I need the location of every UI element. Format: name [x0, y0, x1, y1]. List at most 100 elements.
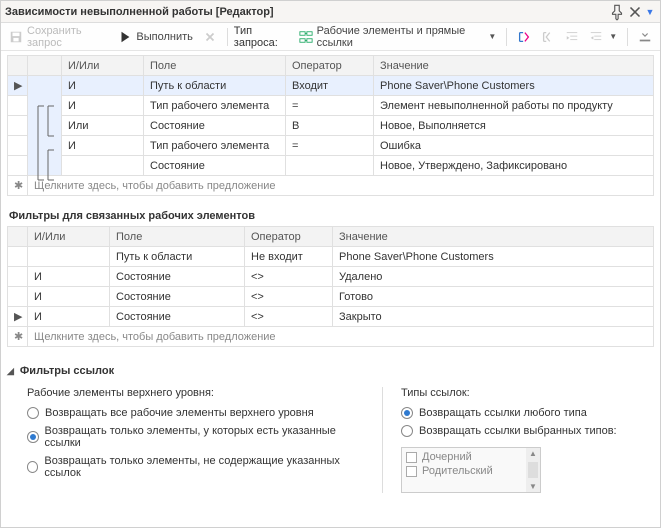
grid-row[interactable]: Или Состояние В Новое, Выполняется	[8, 116, 654, 136]
row-indicator: ▶	[8, 76, 28, 96]
cell-field[interactable]: Путь к области	[144, 76, 286, 96]
grid-row[interactable]: И Тип рабочего элемента = Ошибка	[8, 136, 654, 156]
scroll-down-icon[interactable]: ▼	[529, 482, 537, 491]
cell-op[interactable]: Входит	[286, 76, 374, 96]
radio-any-link-type[interactable]: Возвращать ссылки любого типа	[401, 407, 642, 419]
ungroup-clauses-button[interactable]	[537, 28, 559, 46]
radio-return-all[interactable]: Возвращать все рабочие элементы верхнего…	[27, 407, 360, 419]
radio-return-without-links[interactable]: Возвращать только элементы, не содержащи…	[27, 455, 360, 479]
radio-return-with-links[interactable]: Возвращать только элементы, у которых ес…	[27, 425, 360, 449]
top-level-heading: Рабочие элементы верхнего уровня:	[27, 387, 360, 399]
radio-icon	[27, 431, 39, 443]
new-row-icon: ✱	[8, 327, 28, 347]
scroll-up-icon[interactable]: ▲	[529, 449, 537, 458]
link-types-list[interactable]: Дочерний Родительский ▲ ▼	[401, 447, 541, 493]
col-op[interactable]: Оператор	[286, 56, 374, 76]
col-field[interactable]: Поле	[110, 227, 245, 247]
link-filters-section: ◢ Фильтры ссылок Рабочие элементы верхне…	[7, 365, 654, 495]
grid-row[interactable]: И Состояние <> Удалено	[8, 267, 654, 287]
collapse-icon: ◢	[7, 366, 14, 377]
radio-label: Возвращать ссылки любого типа	[419, 407, 587, 419]
radio-label: Возвращать только элементы, у которых ес…	[45, 425, 360, 449]
query-type-dropdown[interactable]: Рабочие элементы и прямые ссылки ▼	[295, 23, 501, 51]
run-query-button[interactable]: Выполнить	[114, 28, 196, 46]
outdent-icon	[589, 30, 603, 44]
save-icon	[9, 30, 23, 44]
col-val[interactable]: Значение	[374, 56, 654, 76]
content-area: И/Или Поле Оператор Значение ▶	[1, 51, 660, 527]
checkbox-icon	[406, 466, 417, 477]
ungroup-icon	[541, 30, 555, 44]
link-type-label: Дочерний	[422, 451, 472, 463]
col-val[interactable]: Значение	[333, 227, 654, 247]
checkbox-icon	[406, 452, 417, 463]
toolbar: Сохранить запрос Выполнить Тип запроса: …	[1, 23, 660, 51]
col-op[interactable]: Оператор	[245, 227, 333, 247]
cancel-icon	[203, 30, 217, 44]
chevron-down-icon: ▼	[607, 32, 617, 41]
close-icon[interactable]	[626, 3, 644, 21]
panel-options-icon[interactable]: ▼	[644, 7, 656, 17]
outdent-button[interactable]: ▼	[585, 28, 621, 46]
radio-label: Возвращать ссылки выбранных типов:	[419, 425, 617, 437]
save-query-button[interactable]: Сохранить запрос	[5, 23, 112, 51]
grid-row[interactable]: И Состояние <> Готово	[8, 287, 654, 307]
linked-filters-heading: Фильтры для связанных рабочих элементов	[9, 210, 654, 222]
radio-label: Возвращать только элементы, не содержащи…	[44, 455, 360, 479]
window-title: Зависимости невыполненной работы [Редакт…	[5, 6, 274, 18]
cell-andor[interactable]: И	[62, 76, 144, 96]
grid-row[interactable]: ▶ И Состояние <> Закрыто	[8, 307, 654, 327]
link-types-group: Типы ссылок: Возвращать ссылки любого ти…	[382, 387, 642, 493]
scroll-thumb[interactable]	[528, 462, 538, 478]
link-type-item[interactable]: Дочерний	[406, 450, 522, 464]
linked-filter-grid[interactable]: И/Или Поле Оператор Значение Путь к обла…	[7, 226, 654, 347]
cell-val[interactable]: Phone Saver\Phone Customers	[374, 76, 654, 96]
grid-row[interactable]: Путь к области Не входит Phone Saver\Pho…	[8, 247, 654, 267]
play-icon	[118, 30, 132, 44]
editor-window: Зависимости невыполненной работы [Редакт…	[0, 0, 661, 528]
indent-button[interactable]	[561, 28, 583, 46]
grid-row[interactable]: ▶ И Путь к области Входит Phone Saver\Ph…	[8, 76, 654, 96]
group-bracket-cell[interactable]	[28, 76, 62, 176]
radio-icon	[27, 407, 39, 419]
col-field[interactable]: Поле	[144, 56, 286, 76]
save-label: Сохранить запрос	[27, 25, 108, 49]
toolbar-overflow-button[interactable]	[634, 28, 656, 46]
run-label: Выполнить	[136, 31, 192, 43]
col-andor[interactable]: И/Или	[62, 56, 144, 76]
stop-button[interactable]	[199, 28, 221, 46]
link-filters-heading: Фильтры ссылок	[20, 365, 114, 377]
link-types-heading: Типы ссылок:	[401, 387, 642, 399]
add-clause-placeholder[interactable]: Щелкните здесь, чтобы добавить предложен…	[28, 176, 654, 196]
titlebar: Зависимости невыполненной работы [Редакт…	[1, 1, 660, 23]
top-level-filter-group: Рабочие элементы верхнего уровня: Возвра…	[27, 387, 360, 493]
link-type-label: Родительский	[422, 465, 493, 477]
scrollbar[interactable]: ▲ ▼	[526, 448, 540, 492]
add-clause-row[interactable]: ✱ Щелкните здесь, чтобы добавить предлож…	[8, 327, 654, 347]
query-type-icon	[299, 30, 313, 44]
grid-row[interactable]: Состояние Новое, Утверждено, Зафиксирова…	[8, 156, 654, 176]
radio-label: Возвращать все рабочие элементы верхнего…	[45, 407, 314, 419]
group-icon	[517, 30, 531, 44]
indent-icon	[565, 30, 579, 44]
link-filters-header[interactable]: ◢ Фильтры ссылок	[7, 365, 654, 377]
top-filter-grid[interactable]: И/Или Поле Оператор Значение ▶	[7, 55, 654, 196]
new-row-icon: ✱	[8, 176, 28, 196]
pin-icon[interactable]	[608, 3, 626, 21]
col-andor[interactable]: И/Или	[28, 227, 110, 247]
add-clause-row[interactable]: ✱ Щелкните здесь, чтобы добавить предлож…	[8, 176, 654, 196]
radio-icon	[401, 425, 413, 437]
query-type-label: Тип запроса:	[234, 25, 293, 49]
radio-selected-link-types[interactable]: Возвращать ссылки выбранных типов:	[401, 425, 642, 437]
add-clause-placeholder[interactable]: Щелкните здесь, чтобы добавить предложен…	[28, 327, 654, 347]
overflow-icon	[638, 30, 652, 44]
grid-header-row: И/Или Поле Оператор Значение	[8, 227, 654, 247]
group-clauses-button[interactable]	[513, 28, 535, 46]
grid-header-row: И/Или Поле Оператор Значение	[8, 56, 654, 76]
link-type-item[interactable]: Родительский	[406, 464, 522, 478]
radio-icon	[401, 407, 413, 419]
grid-row[interactable]: И Тип рабочего элемента = Элемент невыпо…	[8, 96, 654, 116]
query-type-value: Рабочие элементы и прямые ссылки	[317, 25, 483, 49]
chevron-down-icon: ▼	[486, 32, 496, 41]
radio-icon	[27, 461, 38, 473]
